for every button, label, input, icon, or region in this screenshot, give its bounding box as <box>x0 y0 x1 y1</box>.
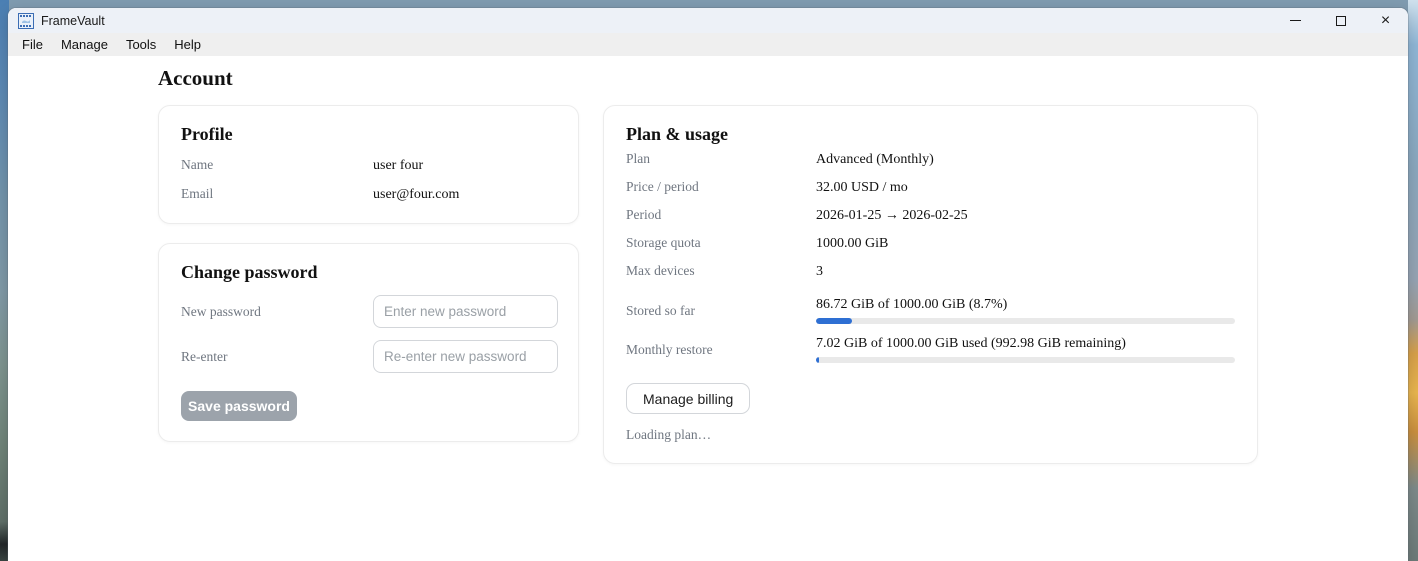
menu-manage[interactable]: Manage <box>52 35 117 54</box>
max-devices-label: Max devices <box>626 263 816 279</box>
monthly-restore-label: Monthly restore <box>626 334 816 363</box>
menu-help[interactable]: Help <box>165 35 210 54</box>
left-column: Profile Name user four Email user@four.c… <box>158 105 579 442</box>
storage-quota-row: Storage quota 1000.00 GiB <box>626 235 1235 263</box>
menu-file[interactable]: File <box>13 35 52 54</box>
max-devices-value: 3 <box>816 264 823 280</box>
plan-usage-card: Plan & usage Plan Advanced (Monthly) Pri… <box>603 105 1258 464</box>
maximize-button[interactable] <box>1318 8 1363 33</box>
stored-progress-fill <box>816 318 852 324</box>
stored-progress-track <box>816 318 1235 324</box>
restore-progress-track <box>816 357 1235 363</box>
profile-email-label: Email <box>181 186 373 202</box>
minimize-icon <box>1290 20 1301 21</box>
stored-so-far-usage: 86.72 GiB of 1000.00 GiB (8.7%) <box>816 295 1235 324</box>
profile-name-value: user four <box>373 158 423 174</box>
manage-billing-button[interactable]: Manage billing <box>626 383 750 414</box>
profile-email-value: user@four.com <box>373 187 459 203</box>
new-password-row: New password <box>181 295 556 328</box>
change-password-card-title: Change password <box>181 262 556 283</box>
new-password-label: New password <box>181 304 373 320</box>
profile-name-label: Name <box>181 157 373 173</box>
plan-value: Advanced (Monthly) <box>816 152 934 168</box>
storage-quota-label: Storage quota <box>626 235 816 251</box>
reenter-password-label: Re-enter <box>181 349 373 365</box>
profile-name-row: Name user four <box>181 157 556 174</box>
price-period-value: 32.00 USD / mo <box>816 180 908 196</box>
titlebar: FrameVault × <box>8 8 1408 33</box>
monthly-restore-row: Monthly restore 7.02 GiB of 1000.00 GiB … <box>626 334 1235 363</box>
period-value: 2026-01-25 → 2026-02-25 <box>816 208 968 224</box>
menubar: File Manage Tools Help <box>8 33 1408 56</box>
period-row: Period 2026-01-25 → 2026-02-25 <box>626 207 1235 235</box>
cards-layout: Profile Name user four Email user@four.c… <box>158 105 1408 464</box>
plan-usage-card-title: Plan & usage <box>626 124 1235 145</box>
loading-plan-status: Loading plan… <box>626 427 1235 443</box>
monthly-restore-value: 7.02 GiB of 1000.00 GiB used (992.98 GiB… <box>816 336 1126 351</box>
stored-so-far-label: Stored so far <box>626 295 816 324</box>
app-window: FrameVault × File Manage Tools Help Acco… <box>8 8 1408 561</box>
window-controls: × <box>1273 8 1408 33</box>
reenter-password-row: Re-enter <box>181 340 556 373</box>
new-password-input[interactable] <box>373 295 558 328</box>
price-period-label: Price / period <box>626 179 816 195</box>
stored-so-far-row: Stored so far 86.72 GiB of 1000.00 GiB (… <box>626 295 1235 324</box>
monthly-restore-usage: 7.02 GiB of 1000.00 GiB used (992.98 GiB… <box>816 334 1235 363</box>
main-content: Account Profile Name user four Email use… <box>8 56 1408 561</box>
maximize-icon <box>1336 16 1346 26</box>
window-title: FrameVault <box>41 14 105 28</box>
save-password-button[interactable]: Save password <box>181 391 297 421</box>
page-title: Account <box>158 66 1408 91</box>
menu-tools[interactable]: Tools <box>117 35 165 54</box>
plan-label: Plan <box>626 151 816 167</box>
price-period-row: Price / period 32.00 USD / mo <box>626 179 1235 207</box>
storage-quota-value: 1000.00 GiB <box>816 236 888 252</box>
profile-card-title: Profile <box>181 124 556 145</box>
desktop-wallpaper-right <box>1408 0 1418 561</box>
reenter-password-input[interactable] <box>373 340 558 373</box>
close-icon: × <box>1381 13 1390 29</box>
change-password-card: Change password New password Re-enter Sa… <box>158 243 579 442</box>
profile-card: Profile Name user four Email user@four.c… <box>158 105 579 224</box>
stored-so-far-value: 86.72 GiB of 1000.00 GiB (8.7%) <box>816 297 1007 312</box>
profile-email-row: Email user@four.com <box>181 186 556 203</box>
framevault-app-icon <box>18 13 34 29</box>
plan-row: Plan Advanced (Monthly) <box>626 151 1235 179</box>
period-label: Period <box>626 207 816 223</box>
restore-progress-fill <box>816 357 819 363</box>
max-devices-row: Max devices 3 <box>626 263 1235 291</box>
minimize-button[interactable] <box>1273 8 1318 33</box>
close-button[interactable]: × <box>1363 8 1408 33</box>
